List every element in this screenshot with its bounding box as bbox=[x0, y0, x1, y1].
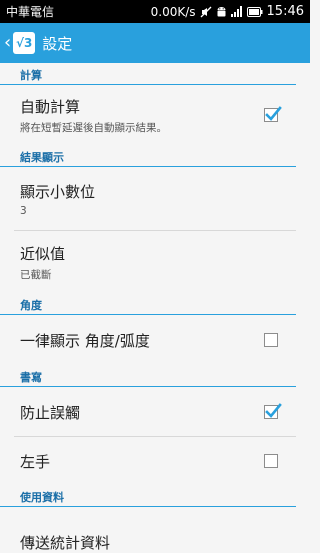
pref-auto-calc-summary: 將在短暫延遲後自動顯示結果。 bbox=[20, 121, 167, 134]
back-chevron-icon[interactable]: ‹ bbox=[4, 34, 11, 52]
signal-icon bbox=[230, 6, 243, 17]
checkmark-icon bbox=[265, 403, 282, 418]
section-header-result: 結果顯示 bbox=[0, 145, 296, 167]
carrier-name: 中華電信 bbox=[6, 5, 55, 19]
pref-approx[interactable]: 近似值 已截斷 bbox=[0, 231, 310, 293]
net-speed: 0.00K/s bbox=[150, 4, 196, 19]
pref-auto-calc-title: 自動計算 bbox=[20, 97, 81, 116]
checkmark-icon bbox=[265, 106, 282, 121]
prevent-touch-checkbox[interactable] bbox=[264, 403, 282, 419]
section-header-writing: 書寫 bbox=[0, 365, 296, 387]
app-bar: ‹ √3 設定 bbox=[0, 23, 310, 63]
page-title: 設定 bbox=[42, 34, 73, 53]
pref-angle-always[interactable]: 一律顯示 角度/弧度 bbox=[0, 315, 310, 365]
app-logo-text: √3 bbox=[16, 36, 33, 50]
status-bar-left: 中華電信 bbox=[6, 3, 54, 20]
pref-decimals-title: 顯示小數位 bbox=[20, 183, 96, 201]
angle-always-checkbox[interactable] bbox=[264, 333, 278, 347]
battery-icon bbox=[246, 6, 263, 17]
pref-send-stats-title: 傳送統計資料 bbox=[20, 534, 111, 552]
pref-prevent-touch-title: 防止誤觸 bbox=[20, 403, 81, 422]
pref-decimals[interactable]: 顯示小數位 3 bbox=[0, 167, 310, 231]
android-icon bbox=[216, 6, 227, 18]
pref-approx-title: 近似值 bbox=[20, 244, 66, 263]
pref-left-hand-title: 左手 bbox=[20, 452, 51, 471]
pref-decimals-summary: 3 bbox=[20, 205, 27, 217]
auto-calc-checkbox[interactable] bbox=[264, 106, 282, 122]
left-hand-checkbox[interactable] bbox=[264, 454, 278, 468]
mute-icon bbox=[200, 6, 212, 18]
section-header-angle: 角度 bbox=[0, 293, 296, 315]
pref-left-hand[interactable]: 左手 bbox=[0, 437, 310, 485]
app-logo[interactable]: √3 bbox=[13, 32, 36, 54]
pref-send-stats[interactable]: 傳送統計資料 bbox=[0, 507, 310, 552]
section-header-usage: 使用資料 bbox=[0, 485, 296, 507]
pref-approx-summary: 已截斷 bbox=[20, 268, 52, 281]
section-header-calc: 計算 bbox=[0, 63, 296, 85]
pref-prevent-touch[interactable]: 防止誤觸 bbox=[0, 387, 310, 437]
clock: 15:46 bbox=[266, 4, 304, 19]
pref-auto-calc[interactable]: 自動計算 將在短暫延遲後自動顯示結果。 bbox=[0, 85, 310, 145]
status-bar: 中華電信 0.00K/s 15:46 bbox=[0, 0, 310, 23]
status-bar-right: 0.00K/s 15:46 bbox=[151, 4, 304, 19]
settings-list[interactable]: 計算 自動計算 將在短暫延遲後自動顯示結果。 結果顯示 顯示小數位 3 近似值 … bbox=[0, 63, 310, 552]
pref-angle-always-title: 一律顯示 角度/弧度 bbox=[20, 331, 150, 350]
